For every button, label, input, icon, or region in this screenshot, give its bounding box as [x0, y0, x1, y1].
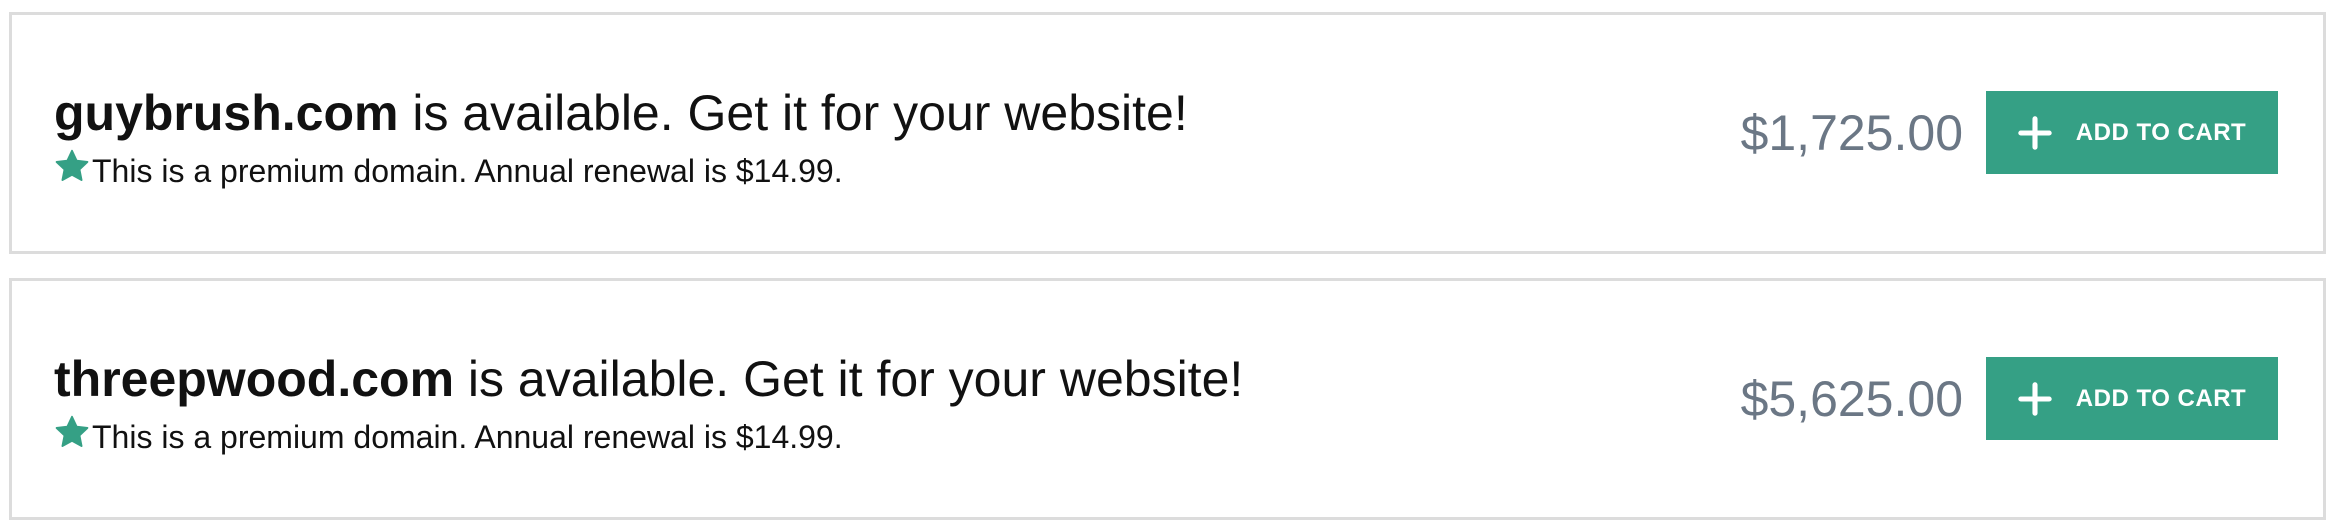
- availability-headline: threepwood.com is available. Get it for …: [54, 349, 1243, 409]
- availability-text: is available. Get it for your website!: [454, 351, 1244, 407]
- availability-text: is available. Get it for your website!: [398, 85, 1188, 141]
- star-icon: [55, 415, 89, 447]
- availability-headline: guybrush.com is available. Get it for yo…: [54, 83, 1188, 143]
- domain-price: $5,625.00: [1740, 371, 1963, 427]
- premium-note: This is a premium domain. Annual renewal…: [54, 415, 1243, 457]
- domain-info: guybrush.com is available. Get it for yo…: [54, 83, 1188, 191]
- add-to-cart-label: ADD TO CART: [2075, 118, 2247, 146]
- premium-note-text: This is a premium domain. Annual renewal…: [92, 419, 843, 455]
- domain-name: threepwood.com: [54, 351, 455, 407]
- domain-price: $1,725.00: [1740, 105, 1963, 161]
- plus-icon: [2018, 115, 2052, 150]
- star-icon: [55, 149, 89, 181]
- premium-note: This is a premium domain. Annual renewal…: [54, 149, 1188, 191]
- domain-result-card: threepwood.com is available. Get it for …: [9, 278, 2326, 520]
- add-to-cart-label: ADD TO CART: [2075, 384, 2247, 412]
- add-to-cart-button[interactable]: ADD TO CART: [1986, 91, 2278, 174]
- add-to-cart-button[interactable]: ADD TO CART: [1986, 357, 2278, 440]
- domain-results-list: guybrush.com is available. Get it for yo…: [0, 0, 2335, 527]
- domain-name: guybrush.com: [54, 85, 399, 141]
- plus-icon: [2018, 381, 2052, 416]
- domain-result-card: guybrush.com is available. Get it for yo…: [9, 12, 2326, 254]
- domain-info: threepwood.com is available. Get it for …: [54, 349, 1243, 457]
- premium-note-text: This is a premium domain. Annual renewal…: [92, 153, 843, 189]
